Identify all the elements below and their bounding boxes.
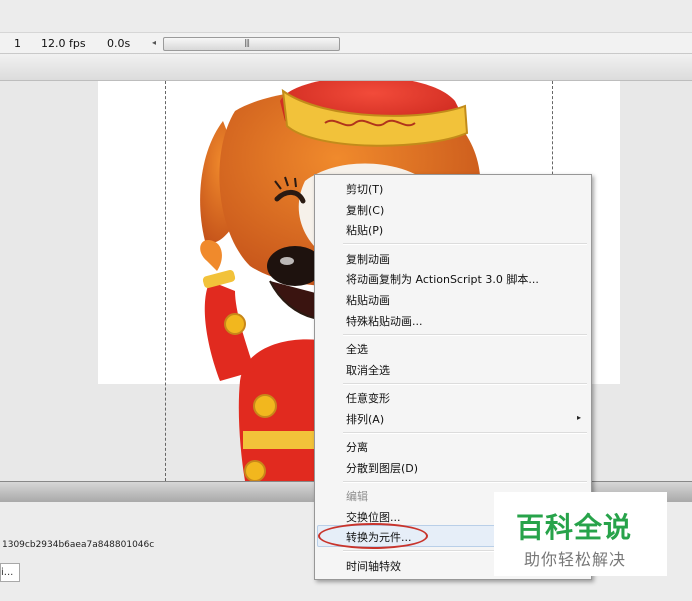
menu-item-deselect-all[interactable]: 取消全选 bbox=[346, 362, 390, 378]
watermark: 百科全说 助你轻松解决 bbox=[494, 492, 667, 576]
menu-item-copy[interactable]: 复制(C) bbox=[346, 202, 384, 218]
menu-separator bbox=[343, 243, 587, 245]
menu-item-edit: 编辑 bbox=[346, 490, 368, 503]
top-toolbar bbox=[0, 0, 692, 33]
timeline-status-bar: 1 12.0 fps 0.0s ◂ bbox=[0, 33, 692, 54]
highlight-ellipse bbox=[318, 523, 428, 549]
menu-item-paste[interactable]: 粘贴(P) bbox=[346, 222, 383, 238]
menu-separator bbox=[343, 481, 587, 483]
menu-item-distribute-to-layers[interactable]: 分散到图层(D) bbox=[346, 460, 418, 476]
instance-id-text: 1309cb2934b6aea7a848801046c bbox=[2, 540, 155, 550]
scroll-left-icon[interactable]: ◂ bbox=[149, 37, 159, 49]
menu-separator bbox=[343, 432, 587, 434]
menu-item-copy-motion-as-as3[interactable]: 将动画复制为 ActionScript 3.0 脚本... bbox=[346, 271, 539, 287]
menu-item-free-transform[interactable]: 任意变形 bbox=[346, 390, 390, 406]
menu-item-paste-motion[interactable]: 粘贴动画 bbox=[346, 292, 390, 308]
watermark-subtitle: 助你轻松解决 bbox=[524, 550, 627, 569]
elapsed-time: 0.0s bbox=[107, 37, 131, 50]
menu-item-timeline-effects[interactable]: 时间轴特效 bbox=[346, 558, 401, 574]
frame-rate: 12.0 fps bbox=[41, 37, 86, 50]
menu-item-cut[interactable]: 剪切(T) bbox=[346, 181, 383, 197]
scroll-grip-icon[interactable]: ||| bbox=[244, 38, 250, 47]
menu-separator bbox=[343, 383, 587, 385]
menu-item-break-apart[interactable]: 分离 bbox=[346, 439, 368, 455]
menu-item-arrange[interactable]: 排列(A) bbox=[346, 411, 384, 427]
menu-item-select-all[interactable]: 全选 bbox=[346, 341, 368, 357]
menu-item-copy-motion[interactable]: 复制动画 bbox=[346, 251, 390, 267]
properties-field[interactable]: i... bbox=[0, 563, 20, 582]
menu-item-paste-motion-special[interactable]: 特殊粘贴动画... bbox=[346, 313, 423, 329]
timeline-scrollbar[interactable]: ||| bbox=[163, 37, 340, 51]
stage-guide-line-left bbox=[165, 81, 166, 481]
stage-header-bar bbox=[0, 54, 692, 81]
watermark-title: 百科全说 bbox=[516, 511, 633, 544]
current-frame: 1 bbox=[14, 37, 21, 50]
submenu-arrow-icon: ▸ bbox=[576, 413, 581, 422]
menu-separator bbox=[343, 334, 587, 336]
